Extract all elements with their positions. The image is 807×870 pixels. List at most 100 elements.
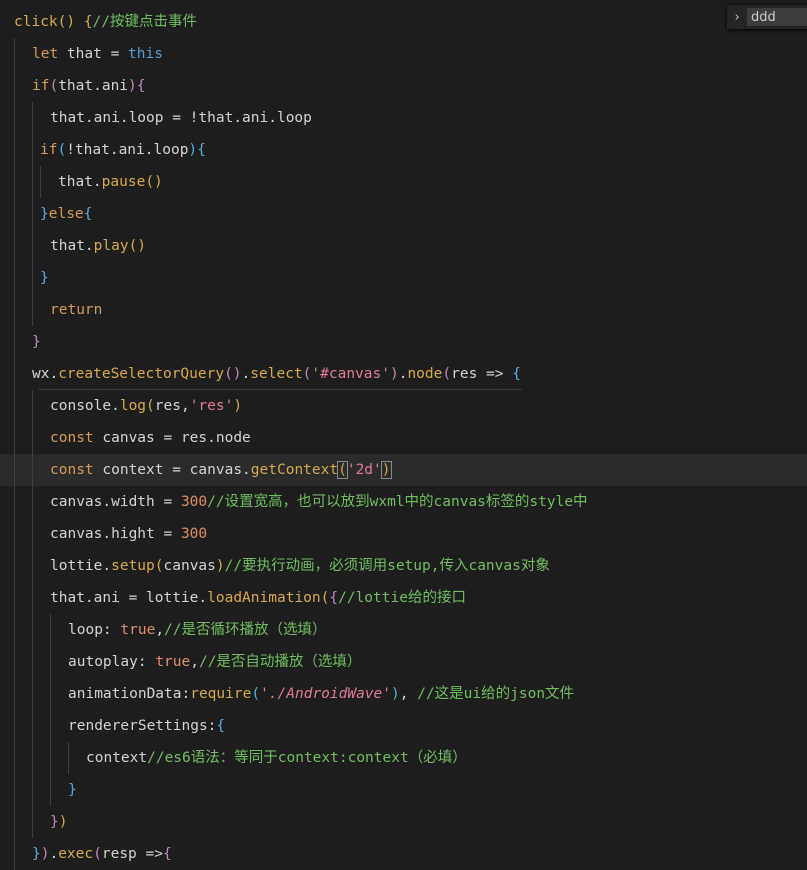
code-line[interactable]: loop: true,//是否循环播放（选填） [0, 614, 807, 646]
code-token: ( [146, 398, 155, 414]
code-line[interactable]: const context = canvas.getContext('2d') [0, 454, 807, 486]
indent-guide [14, 646, 15, 678]
indent-guide [14, 710, 15, 742]
code-token: canvas.hight = [50, 526, 181, 542]
code-token: //是否自动播放（选填） [198, 654, 362, 670]
indent-guide [14, 166, 15, 198]
code-line[interactable]: rendererSettings:{ [0, 710, 807, 742]
code-line[interactable]: }).exec(resp =>{ [0, 838, 807, 870]
code-line[interactable]: }else{ [0, 198, 807, 230]
code-token: } [40, 270, 49, 286]
indent-guide [14, 678, 15, 710]
code-text: that.play() [50, 230, 146, 262]
code-line[interactable]: if(that.ani){ [0, 70, 807, 102]
indent-guide [50, 646, 51, 678]
indent-guide [14, 550, 15, 582]
code-line[interactable]: } [0, 262, 807, 294]
code-token: res, [154, 398, 190, 414]
code-token: resp => [101, 846, 163, 862]
code-text: }).exec(resp =>{ [32, 838, 172, 870]
code-token: . [49, 846, 59, 862]
code-line[interactable]: click() {//按键点击事件 [0, 6, 807, 38]
code-token: { [162, 846, 172, 862]
code-line[interactable]: } [0, 774, 807, 806]
indent-guide [32, 806, 33, 838]
code-line[interactable]: wx.createSelectorQuery().select ('#canvas… [0, 358, 807, 390]
indent-guide [32, 198, 33, 230]
code-line[interactable]: let that = this [0, 38, 807, 70]
indent-guide [14, 614, 15, 646]
indent-guide [14, 774, 15, 806]
code-text: } [32, 326, 41, 358]
code-token: const [50, 430, 94, 446]
code-token: play [93, 238, 129, 254]
indent-guide [14, 518, 15, 550]
find-input[interactable]: ddd [747, 8, 807, 26]
code-token: { [83, 206, 93, 222]
code-token: //设置宽高，也可以放到wxml中的canvas标签的style中 [207, 494, 588, 510]
indent-guide [32, 582, 33, 614]
code-token: ( [337, 461, 348, 479]
indent-guide [32, 774, 33, 806]
code-text: if(!that.ani.loop){ [40, 134, 206, 166]
code-line[interactable]: context//es6语法：等同于context:context（必填） [0, 742, 807, 774]
code-line[interactable]: that.ani = lottie.loadAnimation({//lotti… [0, 582, 807, 614]
code-token: //按键点击事件 [92, 14, 198, 30]
code-line[interactable]: }) [0, 806, 807, 838]
code-token: { [83, 14, 93, 30]
indent-guide [14, 358, 15, 390]
code-token: ( [57, 142, 67, 158]
code-text: const context = canvas.getContext('2d') [50, 454, 392, 486]
code-token: , [155, 622, 165, 638]
code-line[interactable]: lottie.setup(canvas)//要执行动画，必须调用setup,传入… [0, 550, 807, 582]
code-token: '2d' [346, 462, 382, 478]
code-token: that.ani [58, 78, 129, 94]
code-line[interactable]: canvas.width = 300//设置宽高，也可以放到wxml中的canv… [0, 486, 807, 518]
code-line[interactable]: that.play() [0, 230, 807, 262]
code-text: return [50, 294, 102, 326]
find-widget[interactable]: › ddd [727, 5, 807, 29]
code-line[interactable]: autoplay: true,//是否自动播放（选填） [0, 646, 807, 678]
indent-guide [32, 390, 33, 422]
code-token: click [14, 14, 58, 30]
code-token: return [50, 302, 103, 318]
code-editor[interactable]: click() {//按键点击事件 let that = this if(that.… [0, 0, 807, 870]
indent-guide [14, 582, 15, 614]
indent-guide [14, 838, 15, 870]
code-token: that. [58, 174, 102, 190]
code-token: else [48, 206, 84, 222]
code-token: console. [50, 398, 120, 414]
indent-guide [14, 806, 15, 838]
code-text: wx.createSelectorQuery().select ('#canvas… [32, 358, 521, 390]
indent-guide [14, 198, 15, 230]
code-token: canvas.width = [50, 494, 181, 510]
code-line[interactable]: animationData:require('./AndroidWave'), … [0, 678, 807, 710]
code-token: context [86, 750, 148, 766]
code-line[interactable]: return [0, 294, 807, 326]
code-token: true [120, 622, 156, 638]
code-text: rendererSettings:{ [68, 710, 225, 742]
code-token: this [128, 46, 163, 62]
indent-guide [14, 326, 15, 358]
code-token: //是否循环播放（选填） [164, 622, 327, 638]
code-token: { [512, 366, 521, 382]
indent-guide [32, 518, 33, 550]
code-line[interactable]: } [0, 326, 807, 358]
code-line[interactable]: canvas.hight = 300 [0, 518, 807, 550]
indent-guide [14, 422, 15, 454]
chevron-right-icon[interactable]: › [727, 10, 747, 25]
code-token: ) [188, 142, 198, 158]
code-token: //要执行动画，必须调用setup,传入canvas对象 [224, 558, 550, 574]
code-line[interactable]: that.pause() [0, 166, 807, 198]
code-line[interactable]: if(!that.ani.loop){ [0, 134, 807, 166]
code-token: //es6语法：等同于context:context（必填） [147, 750, 467, 766]
code-line[interactable]: console.log(res,'res') [0, 390, 807, 422]
code-line[interactable]: const canvas = res.node [0, 422, 807, 454]
code-line[interactable]: that.ani.loop = !that.ani.loop [0, 102, 807, 134]
indent-guide [14, 134, 15, 166]
code-text: autoplay: true,//是否自动播放（选填） [68, 646, 361, 678]
code-text: animationData:require('./AndroidWave'), … [68, 678, 574, 710]
code-token: } [32, 334, 41, 350]
code-token: ) [380, 461, 392, 479]
code-token: autoplay: [68, 654, 156, 670]
